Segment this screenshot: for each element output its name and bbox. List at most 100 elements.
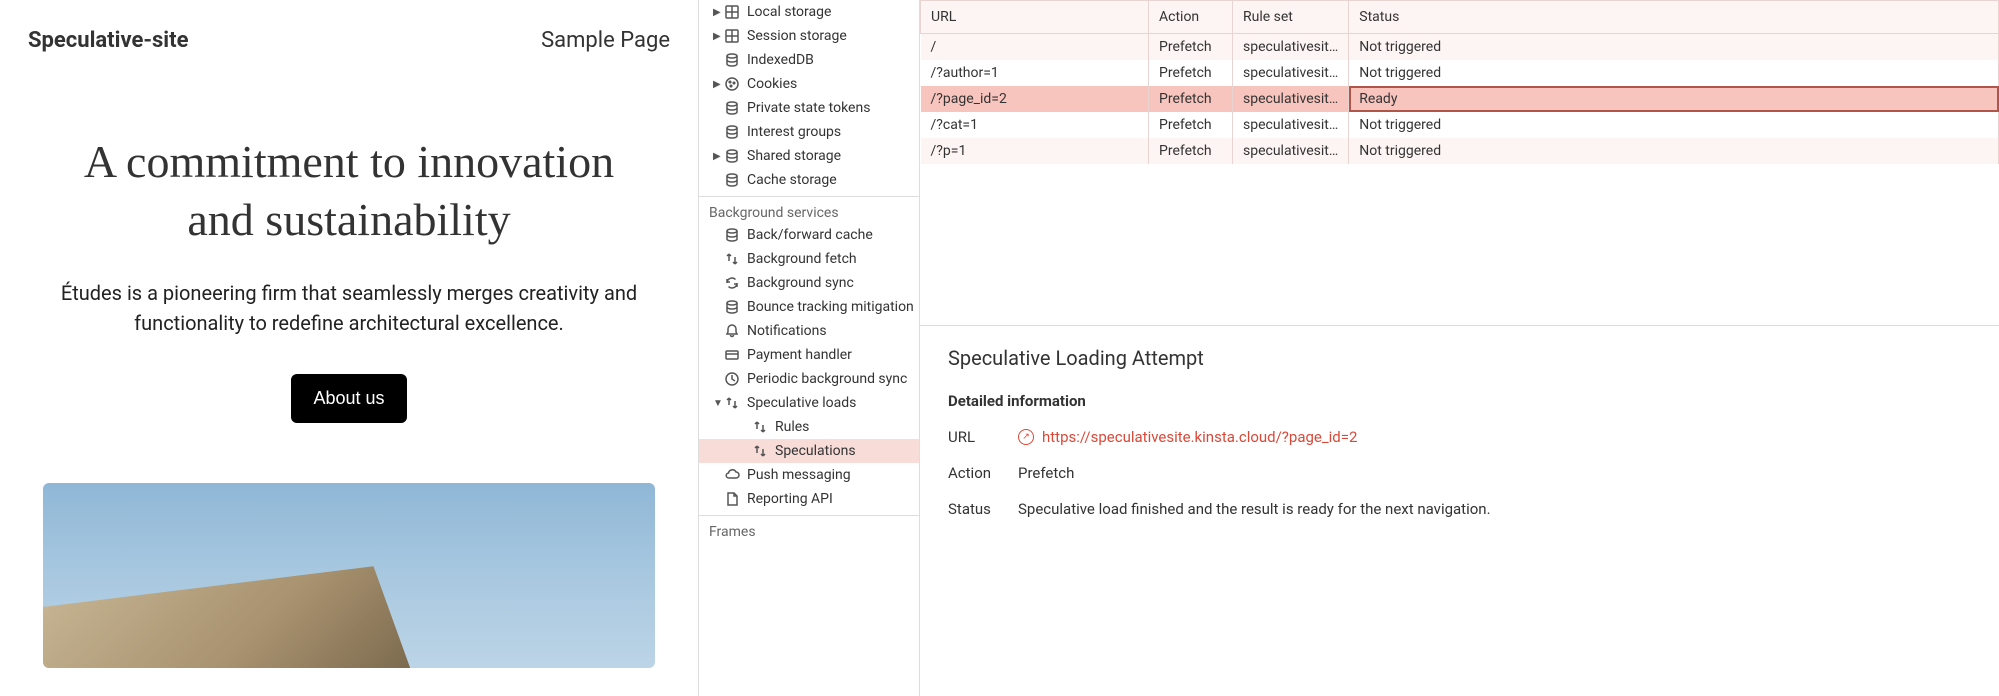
detail-subtitle: Detailed information (948, 392, 1971, 410)
updown-icon (723, 250, 741, 268)
tree-item-speculative-loads[interactable]: Speculative loads (699, 391, 919, 415)
detail-status-key: Status (948, 500, 1018, 518)
cell-status: Not triggered (1349, 34, 1999, 61)
tree-item-private-state-tokens[interactable]: Private state tokens (699, 96, 919, 120)
link-icon: ↗ (1018, 429, 1034, 445)
th-status[interactable]: Status (1349, 1, 1999, 34)
db-icon (723, 51, 741, 69)
expand-arrow-icon[interactable] (713, 31, 723, 42)
tree-item-bounce-tracking-mitigation[interactable]: Bounce tracking mitigation (699, 295, 919, 319)
tree-item-label: Background sync (747, 275, 911, 291)
tree-item-label: Rules (775, 419, 911, 435)
cell-status: Not triggered (1349, 138, 1999, 164)
db-icon (723, 147, 741, 165)
tree-item-label: Speculations (775, 443, 911, 459)
bell-icon (723, 322, 741, 340)
about-us-button[interactable]: About us (291, 374, 406, 423)
tree-item-push-messaging[interactable]: Push messaging (699, 463, 919, 487)
devtools-application-sidebar[interactable]: Local storage Session storage IndexedDB Coo… (698, 0, 920, 696)
detail-url-key: URL (948, 428, 1018, 446)
cell-action: Prefetch (1149, 138, 1233, 164)
tree-item-label: Shared storage (747, 148, 911, 164)
cell-ruleset: speculativesit… (1233, 138, 1349, 164)
tree-item-reporting-api[interactable]: Reporting API (699, 487, 919, 511)
tree-item-local-storage[interactable]: Local storage (699, 0, 919, 24)
expand-arrow-icon[interactable] (713, 151, 723, 162)
tree-item-back-forward-cache[interactable]: Back/forward cache (699, 223, 919, 247)
db-icon (723, 171, 741, 189)
hero: A commitment to innovation and sustainab… (59, 133, 639, 423)
cookie-icon (723, 75, 741, 93)
table-row[interactable]: /?author=1Prefetchspeculativesit…Not tri… (921, 60, 1999, 86)
db-icon (723, 99, 741, 117)
detail-action-key: Action (948, 464, 1018, 482)
cell-url: /?cat=1 (921, 112, 1149, 138)
cell-action: Prefetch (1149, 60, 1233, 86)
cell-url: / (921, 34, 1149, 61)
expand-arrow-icon[interactable] (713, 398, 723, 409)
frames-label: Frames (699, 516, 919, 548)
db-icon (723, 123, 741, 141)
clock-icon (723, 370, 741, 388)
tree-item-label: Bounce tracking mitigation (747, 299, 914, 315)
detail-title: Speculative Loading Attempt (948, 346, 1971, 370)
grid-icon (723, 3, 741, 21)
tree-item-shared-storage[interactable]: Shared storage (699, 144, 919, 168)
tree-item-label: Local storage (747, 4, 911, 20)
speculation-detail-panel: Speculative Loading Attempt Detailed inf… (920, 326, 1999, 556)
tree-item-label: Push messaging (747, 467, 911, 483)
tree-item-label: Speculative loads (747, 395, 911, 411)
hero-title: A commitment to innovation and sustainab… (59, 133, 639, 248)
tree-item-cookies[interactable]: Cookies (699, 72, 919, 96)
tree-item-interest-groups[interactable]: Interest groups (699, 120, 919, 144)
cell-ruleset: speculativesit… (1233, 60, 1349, 86)
detail-action-value: Prefetch (1018, 464, 1074, 482)
tree-item-notifications[interactable]: Notifications (699, 319, 919, 343)
updown-icon (751, 418, 769, 436)
site-logo[interactable]: Speculative-site (28, 28, 188, 53)
table-row[interactable]: /?page_id=2Prefetchspeculativesit…Ready (921, 86, 1999, 112)
cell-url: /?page_id=2 (921, 86, 1149, 112)
tree-item-label: Background fetch (747, 251, 911, 267)
tree-item-label: Reporting API (747, 491, 911, 507)
tree-item-periodic-background-sync[interactable]: Periodic background sync (699, 367, 919, 391)
tree-item-indexeddb[interactable]: IndexedDB (699, 48, 919, 72)
expand-arrow-icon[interactable] (713, 7, 723, 18)
tree-item-label: Interest groups (747, 124, 911, 140)
detail-url-link[interactable]: ↗ https://speculativesite.kinsta.cloud/?… (1018, 428, 1357, 446)
tree-item-label: Session storage (747, 28, 911, 44)
nav-sample-page[interactable]: Sample Page (541, 28, 670, 53)
grid-icon (723, 27, 741, 45)
table-row[interactable]: /Prefetchspeculativesit…Not triggered (921, 34, 1999, 61)
card-icon (723, 346, 741, 364)
th-action[interactable]: Action (1149, 1, 1233, 34)
db-icon (723, 226, 741, 244)
th-ruleset[interactable]: Rule set (1233, 1, 1349, 34)
tree-item-label: IndexedDB (747, 52, 911, 68)
table-row[interactable]: /?cat=1Prefetchspeculativesit…Not trigge… (921, 112, 1999, 138)
tree-item-background-fetch[interactable]: Background fetch (699, 247, 919, 271)
tree-item-rules[interactable]: Rules (699, 415, 919, 439)
speculations-table[interactable]: URL Action Rule set Status /Prefetchspec… (920, 0, 1999, 164)
tree-item-label: Notifications (747, 323, 911, 339)
cell-ruleset: speculativesit… (1233, 34, 1349, 61)
sync-icon (723, 274, 741, 292)
tree-item-background-sync[interactable]: Background sync (699, 271, 919, 295)
cloud-icon (723, 466, 741, 484)
tree-item-label: Cookies (747, 76, 911, 92)
table-row[interactable]: /?p=1Prefetchspeculativesit…Not triggere… (921, 138, 1999, 164)
detail-url-value: https://speculativesite.kinsta.cloud/?pa… (1042, 428, 1357, 446)
tree-item-payment-handler[interactable]: Payment handler (699, 343, 919, 367)
hero-image (43, 483, 655, 668)
tree-item-label: Private state tokens (747, 100, 911, 116)
doc-icon (723, 490, 741, 508)
tree-item-cache-storage[interactable]: Cache storage (699, 168, 919, 192)
tree-item-speculations[interactable]: Speculations (699, 439, 919, 463)
cell-action: Prefetch (1149, 112, 1233, 138)
expand-arrow-icon[interactable] (713, 79, 723, 90)
th-url[interactable]: URL (921, 1, 1149, 34)
detail-status-value: Speculative load finished and the result… (1018, 500, 1491, 518)
tree-item-session-storage[interactable]: Session storage (699, 24, 919, 48)
db-icon (723, 298, 741, 316)
cell-ruleset: speculativesit… (1233, 112, 1349, 138)
